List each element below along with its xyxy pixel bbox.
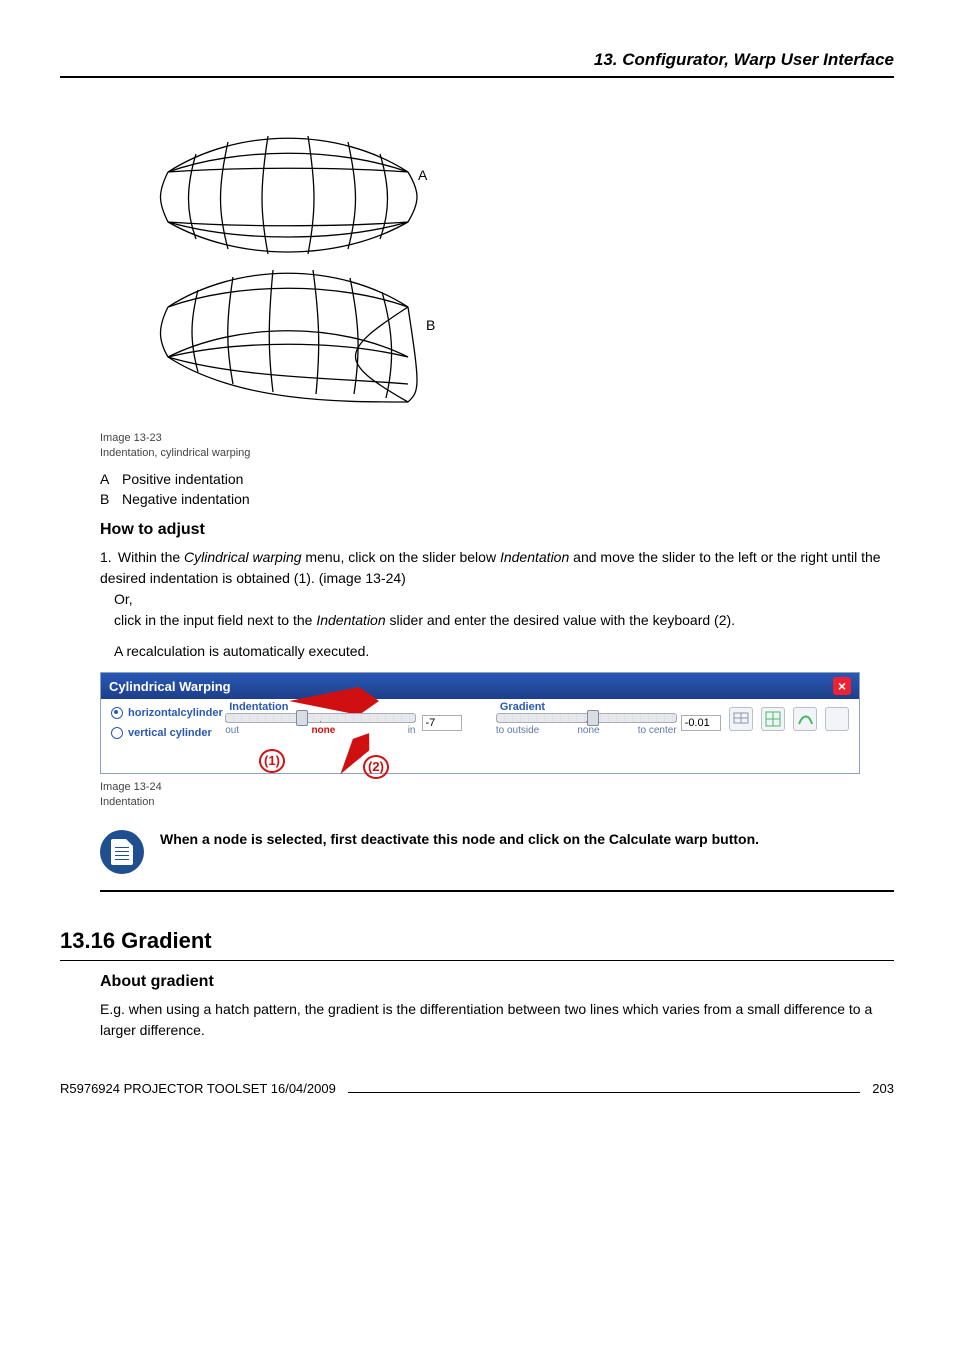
how-to-adjust-heading: How to adjust (100, 521, 894, 539)
grid-icon[interactable] (761, 707, 785, 731)
cylindrical-warping-panel: Cylindrical Warping × horizontalcylinder… (100, 672, 860, 774)
figure-label-a: A (418, 167, 427, 183)
radio-horizontal[interactable]: horizontalcylinder (111, 707, 225, 719)
figure-indentation-diagram: A B (128, 92, 448, 427)
note-text: When a node is selected, first deactivat… (160, 830, 759, 850)
callout-1: (1) (259, 749, 285, 773)
figure1-caption: Image 13-23 Indentation, cylindrical war… (100, 431, 894, 461)
figure2-caption: Image 13-24 Indentation (100, 780, 894, 810)
page-header: 13. Configurator, Warp User Interface (60, 50, 894, 70)
about-gradient-heading: About gradient (100, 973, 894, 991)
gradient-input[interactable]: -0.01 (681, 715, 721, 731)
note-icon (100, 830, 144, 874)
radio-vertical[interactable]: vertical cylinder (111, 727, 225, 739)
tool-icon-3[interactable] (793, 707, 817, 731)
footer-page: 203 (872, 1081, 894, 1096)
callout-2: (2) (363, 755, 389, 779)
gradient-label: Gradient (500, 701, 545, 713)
figure1-legend: APositive indentation BNegative indentat… (100, 469, 894, 510)
section-13-16-title: 13.16 Gradient (60, 928, 894, 954)
panel-title: Cylindrical Warping (109, 679, 231, 694)
about-gradient-text: E.g. when using a hatch pattern, the gra… (100, 999, 894, 1041)
indentation-slider[interactable] (225, 713, 415, 723)
step-1: 1. Within the Cylindrical warping menu, … (100, 547, 894, 662)
indentation-label: Indentation (229, 701, 288, 713)
figure-label-b: B (426, 317, 435, 333)
indentation-input[interactable]: -7 (422, 715, 462, 731)
gradient-slider[interactable] (496, 713, 677, 723)
close-icon[interactable]: × (833, 677, 851, 695)
tool-icon-4[interactable] (825, 707, 849, 731)
footer-left: R5976924 PROJECTOR TOOLSET 16/04/2009 (60, 1081, 336, 1096)
tool-icon-1[interactable] (729, 707, 753, 731)
